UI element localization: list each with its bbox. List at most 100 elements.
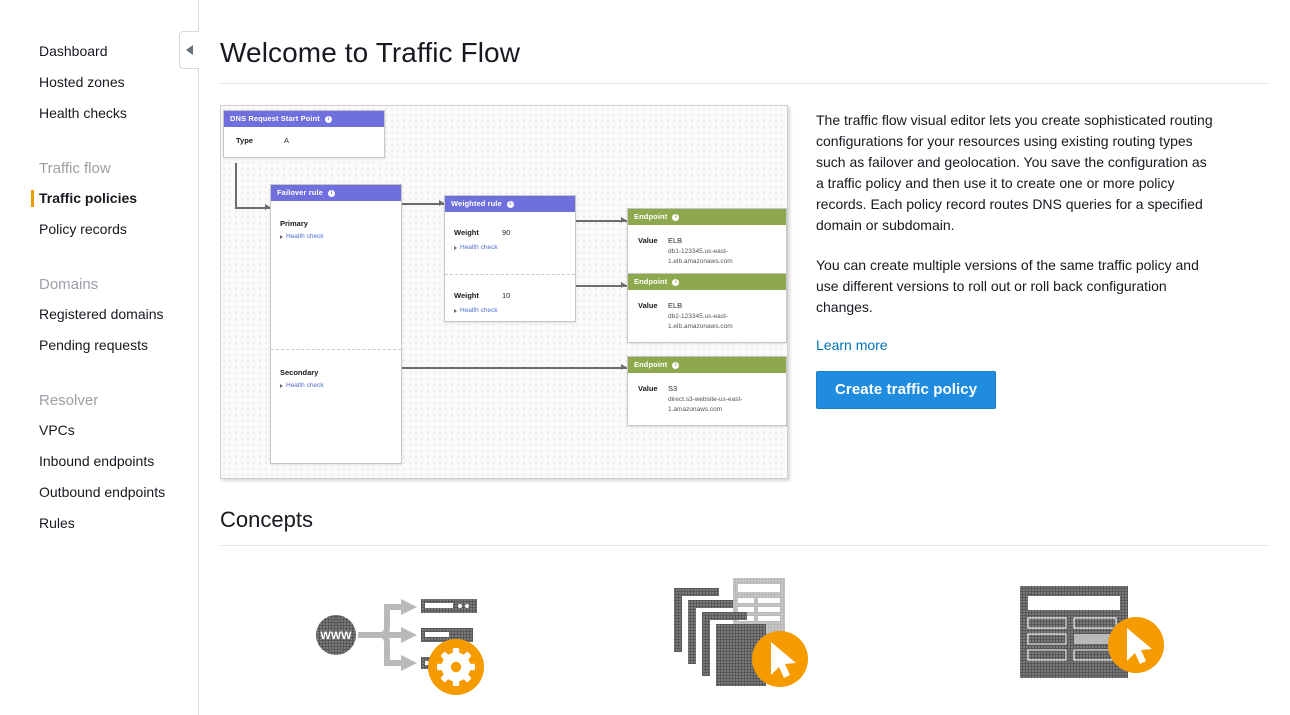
sidebar-item-hosted-zones[interactable]: Hosted zones bbox=[0, 67, 198, 98]
sidebar-item-label: Policy records bbox=[39, 221, 127, 237]
diagram-node-endpoint[interactable]: Endpoint i Value S3 direct.s3-website-us… bbox=[627, 356, 787, 426]
diagram-node-failover-rule[interactable]: Failover rule i Primary Health check Sec… bbox=[270, 184, 402, 464]
sidebar-item-dashboard[interactable]: Dashboard bbox=[0, 36, 198, 67]
secondary-health-check-link[interactable]: Health check bbox=[280, 382, 392, 389]
connector-arrow bbox=[621, 217, 626, 223]
node-title: Failover rule bbox=[277, 188, 323, 197]
connector-line bbox=[401, 367, 627, 369]
health-check-link[interactable]: Health check bbox=[454, 307, 566, 314]
row-value: ELB bbox=[668, 236, 683, 245]
sidebar-item-label: Outbound endpoints bbox=[39, 484, 166, 500]
sidebar-item-inbound-endpoints[interactable]: Inbound endpoints bbox=[0, 446, 198, 477]
node-body: Value ELB db1-123345.us-east-1.elb.amazo… bbox=[628, 225, 786, 277]
traffic-flow-page: Dashboard Hosted zones Health checks Tra… bbox=[0, 0, 1290, 715]
endpoint-target: direct.s3-website-us-east-1.amazonaws.co… bbox=[668, 396, 743, 413]
hero-description: The traffic flow visual editor lets you … bbox=[816, 105, 1216, 479]
sidebar-item-traffic-policies[interactable]: Traffic policies bbox=[0, 183, 198, 214]
node-row: Value ELB bbox=[638, 300, 778, 312]
sidebar-item-registered-domains[interactable]: Registered domains bbox=[0, 299, 198, 330]
health-check-label: Health check bbox=[286, 382, 324, 389]
sidebar-item-label: VPCs bbox=[39, 422, 75, 438]
info-icon[interactable]: i bbox=[672, 213, 680, 221]
weighted-row: Weight 10 Health check bbox=[445, 275, 575, 323]
row-key: Value bbox=[638, 384, 658, 393]
failover-secondary-section: Secondary Health check bbox=[271, 350, 401, 398]
create-traffic-policy-button[interactable]: Create traffic policy bbox=[816, 371, 997, 409]
connector-arrow bbox=[621, 364, 626, 370]
health-check-link[interactable]: Health check bbox=[454, 244, 566, 251]
info-icon[interactable]: i bbox=[672, 278, 680, 286]
sidebar-item-label: Pending requests bbox=[39, 337, 148, 353]
node-header: Endpoint i bbox=[628, 357, 786, 373]
diagram-node-start-point[interactable]: DNS Request Start Point i Type A bbox=[223, 110, 385, 158]
node-row: Weight 90 bbox=[454, 227, 566, 239]
sidebar-item-policy-records[interactable]: Policy records bbox=[0, 214, 198, 245]
diagram-node-endpoint[interactable]: Endpoint i Value ELB db2-123345.us-east-… bbox=[627, 273, 787, 343]
learn-more-link[interactable]: Learn more bbox=[816, 337, 888, 353]
hero-paragraph-1: The traffic flow visual editor lets you … bbox=[816, 112, 1213, 233]
primary-health-check-link[interactable]: Health check bbox=[280, 233, 392, 240]
connector-arrow bbox=[621, 282, 626, 288]
sidebar-item-label: Hosted zones bbox=[39, 74, 125, 90]
node-body: Type A bbox=[224, 127, 384, 157]
sidebar-item-label: Dashboard bbox=[39, 43, 108, 59]
info-icon[interactable]: i bbox=[672, 361, 680, 369]
sidebar-item-rules[interactable]: Rules bbox=[0, 508, 198, 539]
concept-card[interactable]: Policy records bbox=[919, 572, 1269, 715]
sidebar-group-resolver: Resolver bbox=[39, 392, 99, 409]
sidebar-item-label: Inbound endpoints bbox=[39, 453, 155, 469]
node-title: Endpoint bbox=[634, 360, 668, 369]
concept-art bbox=[1014, 572, 1174, 697]
concept-art: WWW bbox=[305, 572, 485, 697]
caret-right-icon bbox=[454, 245, 457, 250]
concept-card[interactable]: Traffic policy records bbox=[570, 572, 920, 715]
sidebar-item-health-checks[interactable]: Health checks bbox=[0, 98, 198, 129]
sidebar-item-outbound-endpoints[interactable]: Outbound endpoints bbox=[0, 477, 198, 508]
row-key: Value bbox=[638, 236, 658, 245]
row-key: Weight bbox=[454, 228, 479, 237]
row-value: A bbox=[284, 136, 290, 145]
node-row: Type A bbox=[236, 135, 375, 147]
sidebar-item-label: Registered domains bbox=[39, 306, 164, 322]
node-body: Value ELB db2-123345.us-east-1.elb.amazo… bbox=[628, 290, 786, 342]
row-value: S3 bbox=[668, 384, 678, 393]
node-header: Endpoint i bbox=[628, 209, 786, 225]
health-check-label: Health check bbox=[460, 244, 498, 251]
page-title: Welcome to Traffic Flow bbox=[220, 37, 521, 68]
sidebar-item-vpcs[interactable]: VPCs bbox=[0, 415, 198, 446]
concepts-row: WWW bbox=[199, 546, 1290, 715]
node-header: DNS Request Start Point i bbox=[224, 111, 384, 127]
endpoint-target: db2-123345.us-east-1.elb.amazonaws.com bbox=[668, 313, 733, 330]
connector-line bbox=[576, 285, 627, 287]
node-header: Weighted rule i bbox=[445, 196, 575, 212]
node-header: Failover rule i bbox=[271, 185, 401, 201]
info-icon[interactable]: i bbox=[327, 189, 335, 197]
sidebar-group-domains: Domains bbox=[39, 276, 99, 293]
sidebar-group-traffic-flow: Traffic flow bbox=[39, 160, 111, 177]
sidebar-item-label: Health checks bbox=[39, 105, 127, 121]
sidebar-collapse-button[interactable] bbox=[179, 31, 199, 69]
svg-text:WWW: WWW bbox=[320, 630, 352, 642]
info-icon[interactable]: i bbox=[506, 200, 514, 208]
concept-card[interactable]: WWW bbox=[220, 572, 570, 715]
concepts-title: Concepts bbox=[220, 507, 313, 532]
caret-right-icon bbox=[280, 234, 283, 239]
diagram-node-endpoint[interactable]: Endpoint i Value ELB db1-123345.us-east-… bbox=[627, 208, 787, 278]
diagram-node-weighted-rule[interactable]: Weighted rule i Weight 90 Health check W… bbox=[444, 195, 576, 322]
row-value: 90 bbox=[502, 228, 511, 237]
sidebar-navigation: Dashboard Hosted zones Health checks Tra… bbox=[0, 0, 199, 715]
info-icon[interactable]: i bbox=[324, 115, 332, 123]
traffic-flow-diagram: DNS Request Start Point i Type A Failove… bbox=[220, 105, 788, 479]
health-check-label: Health check bbox=[460, 307, 498, 314]
primary-label: Primary bbox=[280, 219, 308, 228]
connector-line bbox=[401, 203, 444, 205]
sidebar-item-label: Traffic policies bbox=[39, 190, 138, 206]
routing-network-gear-icon: WWW bbox=[315, 598, 484, 695]
traffic-flow-diagram-figure: DNS Request Start Point i Type A Failove… bbox=[220, 105, 790, 479]
endpoint-target: db1-123345.us-east-1.elb.amazonaws.com bbox=[668, 248, 733, 265]
hero-paragraph-2: You can create multiple versions of the … bbox=[816, 257, 1199, 315]
sidebar-item-pending-requests[interactable]: Pending requests bbox=[0, 330, 198, 361]
main-content: Welcome to Traffic Flow DNS Request Star… bbox=[199, 0, 1290, 715]
node-row: Value ELB bbox=[638, 235, 778, 247]
row-value: ELB bbox=[668, 301, 683, 310]
